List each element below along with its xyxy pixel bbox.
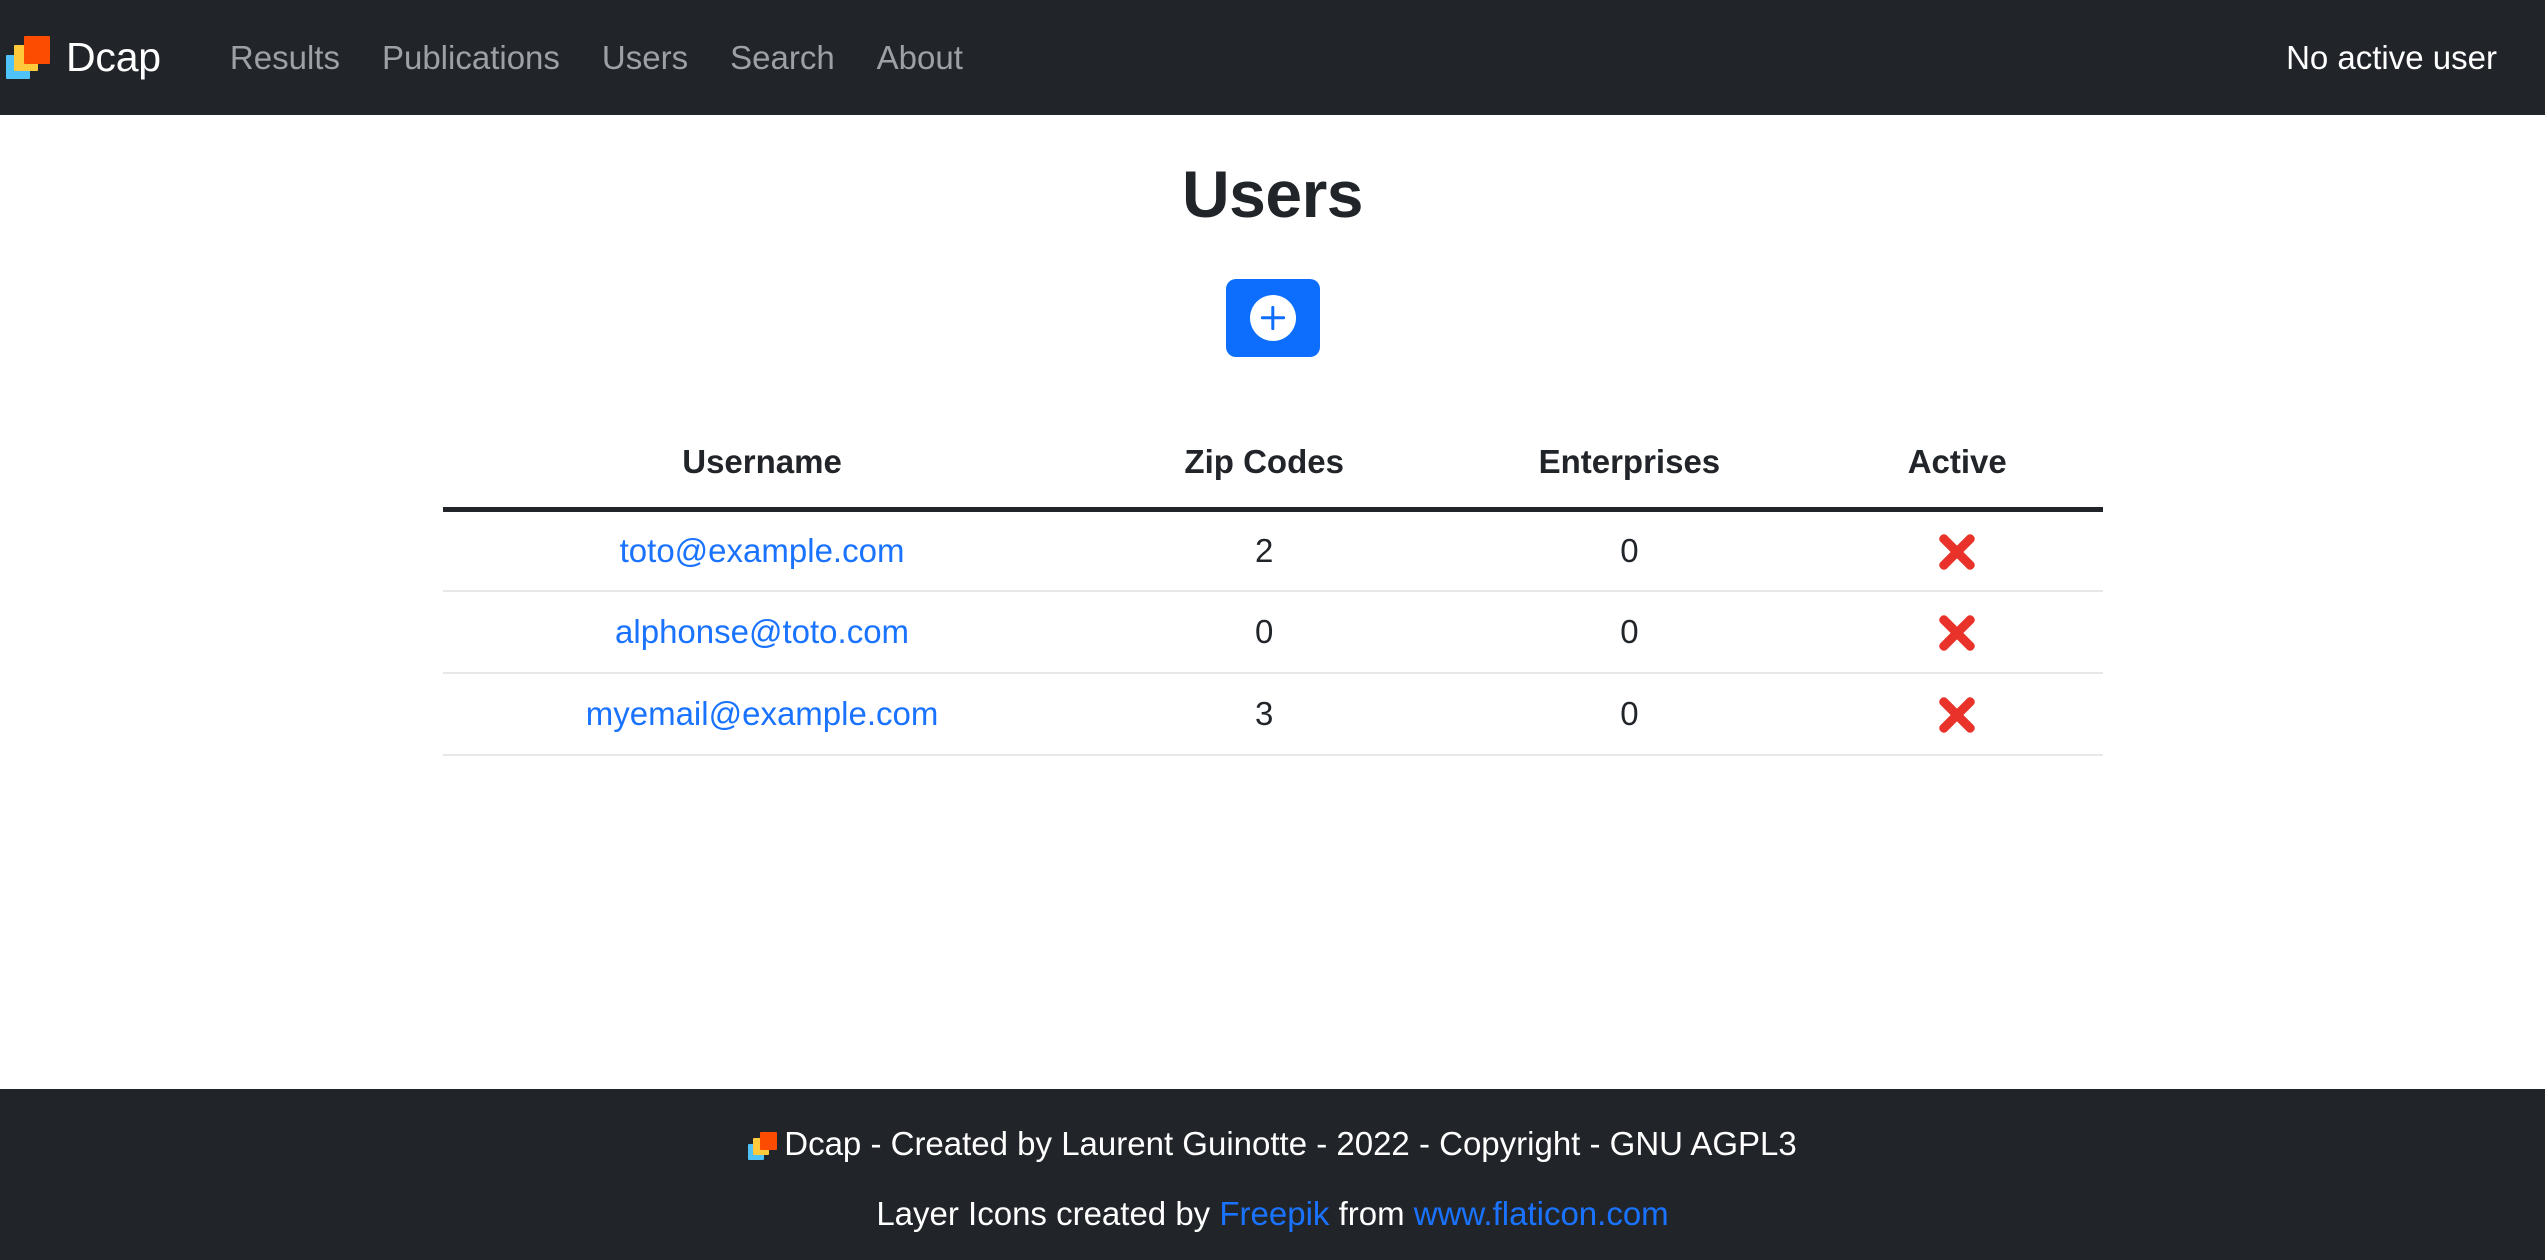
nav-item-publications[interactable]: Publications [361,41,581,74]
active-user-status: No active user [2286,38,2497,76]
user-link[interactable]: myemail@example.com [586,695,939,732]
plus-circle-icon [1249,294,1296,341]
nav-link-users[interactable]: Users [581,39,709,76]
cell-username: toto@example.com [442,509,1082,593]
page-root: Dcap Results Publications Users Search A… [0,0,2545,1260]
user-link[interactable]: alphonse@toto.com [615,613,909,650]
column-header-zip-codes: Zip Codes [1081,442,1447,512]
nav-link-results[interactable]: Results [209,39,361,76]
users-table-container: Username Zip Codes Enterprises Active to… [442,442,2103,757]
flaticon-link[interactable]: www.flaticon.com [1414,1195,1669,1232]
freepik-link[interactable]: Freepik [1219,1195,1329,1232]
table-row: myemail@example.com 3 0 [442,673,2103,757]
add-user-button[interactable] [1225,278,1320,357]
red-x-icon[interactable] [1937,695,1977,735]
users-table-body: toto@example.com 2 0 alphonse@toto.com 0 [442,509,2103,757]
nav-links: Results Publications Users Search About [209,41,984,74]
cell-username: alphonse@toto.com [442,591,1082,675]
table-row: alphonse@toto.com 0 0 [442,591,2103,675]
attribution-middle: from [1338,1194,1405,1232]
footer-attribution-line: Layer Icons created by Freepik from www.… [0,1189,2545,1239]
cell-enterprises: 0 [1446,509,1812,593]
main-content: Users Username Zip Codes Enterprises Act… [0,115,2545,1089]
page-title: Users [1182,157,1363,231]
attribution-prefix: Layer Icons created by [876,1194,1211,1232]
column-header-active: Active [1811,442,2103,512]
nav-item-users[interactable]: Users [581,41,709,74]
page-footer: Dcap - Created by Laurent Guinotte - 202… [0,1089,2545,1260]
users-table-head: Username Zip Codes Enterprises Active [442,442,2103,512]
cell-active [1811,591,2103,675]
nav-link-search[interactable]: Search [709,39,856,76]
users-table: Username Zip Codes Enterprises Active to… [442,442,2103,757]
brand-logo-link[interactable]: Dcap [6,34,161,81]
brand-label: Dcap [66,34,161,80]
add-user-row [0,278,2545,357]
footer-copyright-text: Dcap - Created by Laurent Guinotte - 202… [784,1125,1797,1162]
column-header-enterprises: Enterprises [1446,442,1812,512]
nav-link-about[interactable]: About [856,39,984,76]
cell-active [1811,509,2103,593]
nav-link-publications[interactable]: Publications [361,39,581,76]
user-link[interactable]: toto@example.com [620,532,905,569]
red-x-icon[interactable] [1937,532,1977,572]
nav-item-search[interactable]: Search [709,41,856,74]
table-header-row: Username Zip Codes Enterprises Active [442,442,2103,512]
nav-item-about[interactable]: About [856,41,984,74]
cell-zip-codes: 0 [1081,591,1447,675]
layers-icon [6,35,52,81]
cell-zip-codes: 3 [1081,673,1447,757]
red-x-icon[interactable] [1937,613,1977,653]
cell-username: myemail@example.com [442,673,1082,757]
layers-icon [748,1131,778,1161]
nav-item-results[interactable]: Results [209,41,361,74]
cell-enterprises: 0 [1446,673,1812,757]
cell-active [1811,673,2103,757]
column-header-username: Username [442,442,1082,512]
cell-zip-codes: 2 [1081,509,1447,593]
cell-enterprises: 0 [1446,591,1812,675]
table-row: toto@example.com 2 0 [442,509,2103,593]
top-navbar: Dcap Results Publications Users Search A… [0,0,2545,115]
footer-copyright-line: Dcap - Created by Laurent Guinotte - 202… [0,1119,2545,1169]
